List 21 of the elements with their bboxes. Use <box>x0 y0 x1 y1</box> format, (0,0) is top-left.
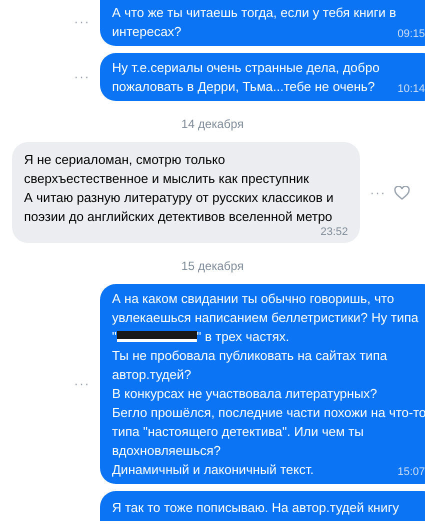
message-text: А читаю разную литературу от русских классиков и поэзии до английских детективов вселенной метро <box>24 190 334 224</box>
message-text: Ты не пробовала публиковать на сайтах типа автор.тудей? <box>112 348 388 382</box>
message-text: Ну т.е.сериалы очень странные дела, добро пожаловать в Дерри, Тьма...тебе не очень? <box>112 60 380 94</box>
date-divider: 15 декабря <box>180 258 245 274</box>
more-button[interactable]: ··· <box>74 17 90 27</box>
date-divider: 14 декабря <box>180 116 245 132</box>
message-text: А на каком свидании ты обычно говоришь, что увлекаешься написанием беллетристики? Ну типа <box>112 291 418 325</box>
message-text: Я так то тоже пописываю. На автор.тудей книгу <box>112 500 399 515</box>
message-time: 10:14 <box>397 83 425 95</box>
message-text: Динамичный и лаконичный текст. <box>112 462 314 477</box>
more-button[interactable]: ··· <box>74 72 90 82</box>
more-button[interactable]: ··· <box>370 188 386 198</box>
message-text: " " в трех частях. <box>112 329 290 344</box>
heart-icon[interactable] <box>394 186 410 200</box>
message-time: 09:15 <box>397 28 425 40</box>
message-time: 23:52 <box>320 226 348 238</box>
message-time: 15:07 <box>397 466 425 478</box>
more-button[interactable]: ··· <box>74 379 90 389</box>
message-text: Я не сериаломан, смотрю только сверхъестественное и мыслить как преступник <box>24 152 309 186</box>
message-text: В конкурсах не участвовала литературных? <box>112 386 378 401</box>
message-text: А что же ты читаешь тогда, если у тебя книги в интересах? <box>112 5 396 39</box>
